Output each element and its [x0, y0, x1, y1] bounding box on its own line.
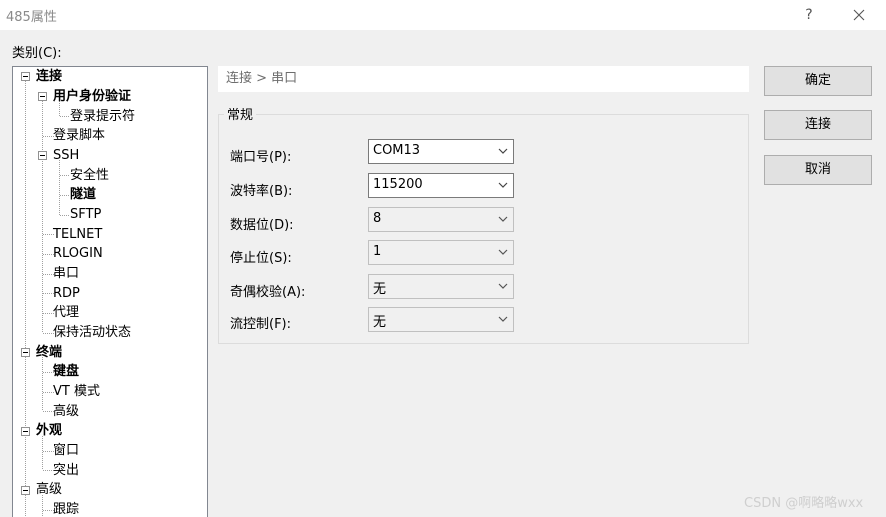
help-button[interactable]: ? [796, 0, 822, 30]
data-bits-value: 8 [373, 211, 382, 226]
close-icon [853, 9, 865, 21]
flow-control-select[interactable]: 无 [368, 307, 514, 332]
port-value: COM13 [373, 143, 421, 158]
breadcrumb: 连接 > 串口 [218, 66, 749, 92]
collapse-icon[interactable] [21, 486, 30, 495]
flow-control-label: 流控制(F): [230, 317, 292, 332]
tree-item-sftp[interactable]: SFTP [70, 205, 101, 224]
tree-item-serial[interactable]: 串口 [53, 264, 79, 283]
parity-label: 奇偶校验(A): [230, 285, 306, 300]
baud-rate-value: 115200 [373, 177, 423, 192]
tree-item-highlight[interactable]: 突出 [53, 461, 79, 480]
close-button[interactable] [846, 0, 872, 30]
category-label: 类别(C): [12, 46, 62, 61]
port-label: 端口号(P): [230, 150, 292, 165]
chevron-down-icon [498, 316, 508, 322]
watermark: CSDN @啊略略wxx [744, 496, 864, 511]
stop-bits-label: 停止位(S): [230, 251, 292, 266]
window-title: 485属性 [6, 10, 57, 25]
title-bar: 485属性 ? [0, 0, 886, 30]
stop-bits-value: 1 [373, 244, 382, 259]
stop-bits-select[interactable]: 1 [368, 240, 514, 265]
tree-item-telnet[interactable]: TELNET [53, 225, 102, 244]
connect-button[interactable]: 连接 [764, 110, 872, 140]
chevron-down-icon [498, 249, 508, 255]
tree-item-tunneling[interactable]: 隧道 [70, 185, 96, 204]
data-bits-label: 数据位(D): [230, 218, 294, 233]
tree-item-appearance[interactable]: 外观 [36, 421, 62, 440]
chevron-down-icon [498, 216, 508, 222]
tree-item-keep-alive[interactable]: 保持活动状态 [53, 323, 131, 342]
tree-item-rlogin[interactable]: RLOGIN [53, 244, 103, 263]
flow-control-value: 无 [373, 315, 387, 330]
tree-item-ssh[interactable]: SSH [53, 146, 79, 165]
collapse-icon[interactable] [21, 72, 30, 81]
group-title: 常规 [224, 104, 257, 123]
tree-item-vt-mode[interactable]: VT 模式 [53, 382, 100, 401]
parity-select[interactable]: 无 [368, 274, 514, 299]
collapse-icon[interactable] [38, 151, 47, 160]
collapse-icon[interactable] [38, 92, 47, 101]
collapse-icon[interactable] [21, 348, 30, 357]
port-select[interactable]: COM13 [368, 139, 514, 164]
tree-item-advanced[interactable]: 高级 [36, 480, 62, 499]
tree-item-user-auth[interactable]: 用户身份验证 [53, 87, 131, 106]
tree-item-security[interactable]: 安全性 [70, 166, 109, 185]
tree-item-terminal[interactable]: 终端 [36, 343, 62, 362]
baud-rate-select[interactable]: 115200 [368, 173, 514, 198]
collapse-icon[interactable] [21, 427, 30, 436]
tree-item-connection[interactable]: 连接 [36, 67, 62, 86]
baud-rate-label: 波特率(B): [230, 184, 293, 199]
tree-item-keyboard[interactable]: 键盘 [53, 362, 79, 381]
tree-item-trace[interactable]: 跟踪 [53, 500, 79, 517]
ok-button[interactable]: 确定 [764, 66, 872, 96]
tree-item-login-prompts[interactable]: 登录提示符 [70, 107, 135, 126]
tree-item-login-script[interactable]: 登录脚本 [53, 126, 105, 145]
cancel-button[interactable]: 取消 [764, 155, 872, 185]
chevron-down-icon [498, 283, 508, 289]
tree-item-rdp[interactable]: RDP [53, 284, 80, 303]
chevron-down-icon [498, 148, 508, 154]
data-bits-select[interactable]: 8 [368, 207, 514, 232]
tree-item-window[interactable]: 窗口 [53, 441, 79, 460]
category-tree[interactable]: 连接 用户身份验证 登录提示符 登录脚本 SSH 安全性 隧道 SFTP TEL… [12, 66, 208, 517]
tree-item-proxy[interactable]: 代理 [53, 303, 79, 322]
parity-value: 无 [373, 282, 387, 297]
chevron-down-icon [498, 182, 508, 188]
tree-item-terminal-advanced[interactable]: 高级 [53, 402, 79, 421]
tree-connector-lines [25, 81, 70, 517]
